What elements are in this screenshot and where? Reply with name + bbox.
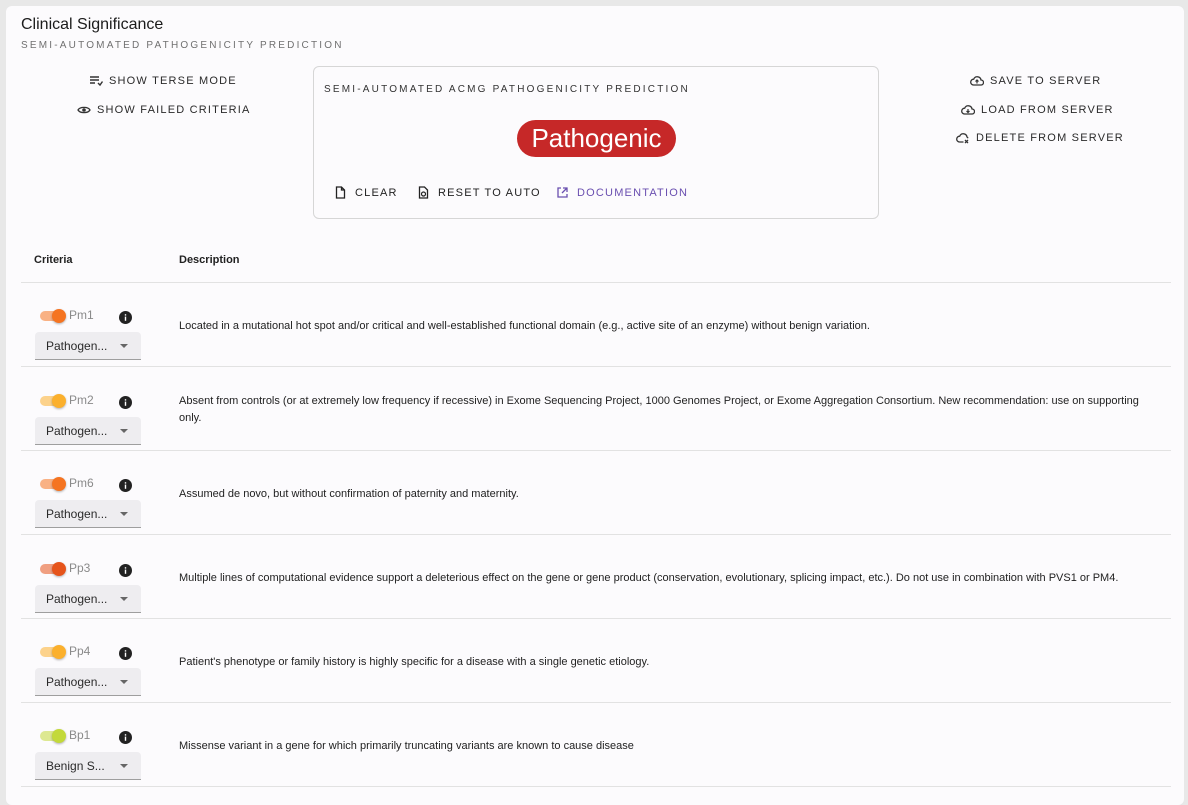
criteria-description: Missense variant in a gene for which pri… [179,740,634,752]
info-icon[interactable] [119,731,132,744]
table-row: Pm6 Pathogen... Assumed de novo, but witho… [21,451,1171,535]
strength-select[interactable]: Pathogen... [35,417,141,445]
strength-select-value: Pathogen... [46,675,108,689]
criteria-description: Patient's phenotype or family history is… [179,656,650,668]
criteria-toggle[interactable] [40,562,66,576]
criteria-code: Pp4 [69,644,91,658]
strength-select[interactable]: Pathogen... [35,585,141,613]
delete-from-server-label: DELETE FROM SERVER [976,132,1124,144]
description-column-header: Description [179,254,240,266]
strength-select[interactable]: Pathogen... [35,668,141,696]
save-to-server-button[interactable]: SAVE TO SERVER [970,74,1101,88]
prediction-result-badge: Pathogenic [517,120,676,157]
strength-select-value: Pathogen... [46,339,108,353]
reset-to-auto-button[interactable]: RESET TO AUTO [417,186,541,199]
show-terse-mode-label: SHOW TERSE MODE [109,75,237,87]
strength-select[interactable]: Benign S... [35,752,141,780]
strength-select-value: Benign S... [46,759,105,773]
clear-label: CLEAR [355,186,398,199]
file-refresh-icon [418,186,429,199]
criteria-toggle[interactable] [40,477,66,491]
strength-select-value: Pathogen... [46,424,108,438]
prediction-panel: SEMI-AUTOMATED ACMG PATHOGENICITY PREDIC… [313,66,879,219]
criteria-code: Pm6 [69,476,94,490]
show-terse-mode-button[interactable]: SHOW TERSE MODE [89,74,237,88]
criteria-description: Assumed de novo, but without confirmatio… [179,488,519,500]
criteria-column-header: Criteria [34,254,73,266]
save-to-server-label: SAVE TO SERVER [990,75,1102,87]
criteria-toggle[interactable] [40,645,66,659]
documentation-label: DOCUMENTATION [577,186,689,199]
toggle-knob [52,309,66,323]
file-icon [335,186,346,199]
criteria-description: Absent from controls (or at extremely lo… [179,395,1139,424]
strength-select[interactable]: Pathogen... [35,332,141,360]
criteria-code: Pm1 [69,308,94,322]
strength-select[interactable]: Pathogen... [35,500,141,528]
chevron-down-icon [120,597,128,601]
cloud-upload-icon [970,76,984,86]
clinical-significance-card: Clinical Significance SEMI-AUTOMATED PAT… [6,6,1184,805]
info-icon[interactable] [119,647,132,660]
info-icon[interactable] [119,311,132,324]
table-row: Pm1 Pathogen... Located in a mutational ho… [21,283,1171,367]
row-divider [21,786,1171,787]
load-from-server-button[interactable]: LOAD FROM SERVER [961,103,1114,117]
show-failed-criteria-label: SHOW FAILED CRITERIA [97,104,251,116]
table-row: Bp1 Benign S... Missense variant in a gene… [21,703,1171,787]
criteria-toggle[interactable] [40,729,66,743]
info-icon[interactable] [119,564,132,577]
strength-select-value: Pathogen... [46,592,108,606]
cloud-download-icon [961,105,975,115]
load-from-server-label: LOAD FROM SERVER [981,104,1114,116]
chevron-down-icon [120,429,128,433]
toggle-knob [52,729,66,743]
table-row: Pp4 Pathogen... Patient's phenotype or fam… [21,619,1171,703]
info-icon[interactable] [119,396,132,409]
chevron-down-icon [120,764,128,768]
toggle-knob [52,645,66,659]
toggle-knob [52,394,66,408]
toggle-knob [52,477,66,491]
documentation-link[interactable]: DOCUMENTATION [556,186,688,199]
chevron-down-icon [120,344,128,348]
card-subtitle: SEMI-AUTOMATED PATHOGENICITY PREDICTION [21,40,344,51]
card-title: Clinical Significance [21,16,164,33]
criteria-description: Multiple lines of computational evidence… [179,572,1119,584]
prediction-panel-title: SEMI-AUTOMATED ACMG PATHOGENICITY PREDIC… [324,84,690,95]
toggle-knob [52,562,66,576]
open-in-new-icon [557,187,568,198]
strength-select-value: Pathogen... [46,507,108,521]
info-icon[interactable] [119,479,132,492]
delete-from-server-button[interactable]: DELETE FROM SERVER [956,131,1124,145]
criteria-toggle[interactable] [40,394,66,408]
criteria-code: Pp3 [69,561,91,575]
eye-icon [77,106,91,114]
clear-button[interactable]: CLEAR [334,186,398,199]
terse-list-icon [90,76,103,87]
criteria-description: Located in a mutational hot spot and/or … [179,320,870,332]
table-row: Pm2 Pathogen... Absent from controls (or a… [21,367,1171,451]
chevron-down-icon [120,512,128,516]
chevron-down-icon [120,680,128,684]
reset-to-auto-label: RESET TO AUTO [438,186,541,199]
cloud-delete-icon [956,133,969,144]
criteria-code: Pm2 [69,393,94,407]
show-failed-criteria-button[interactable]: SHOW FAILED CRITERIA [77,103,251,117]
table-row: Pp3 Pathogen... Multiple lines of computat… [21,535,1171,619]
criteria-code: Bp1 [69,728,91,742]
criteria-toggle[interactable] [40,309,66,323]
